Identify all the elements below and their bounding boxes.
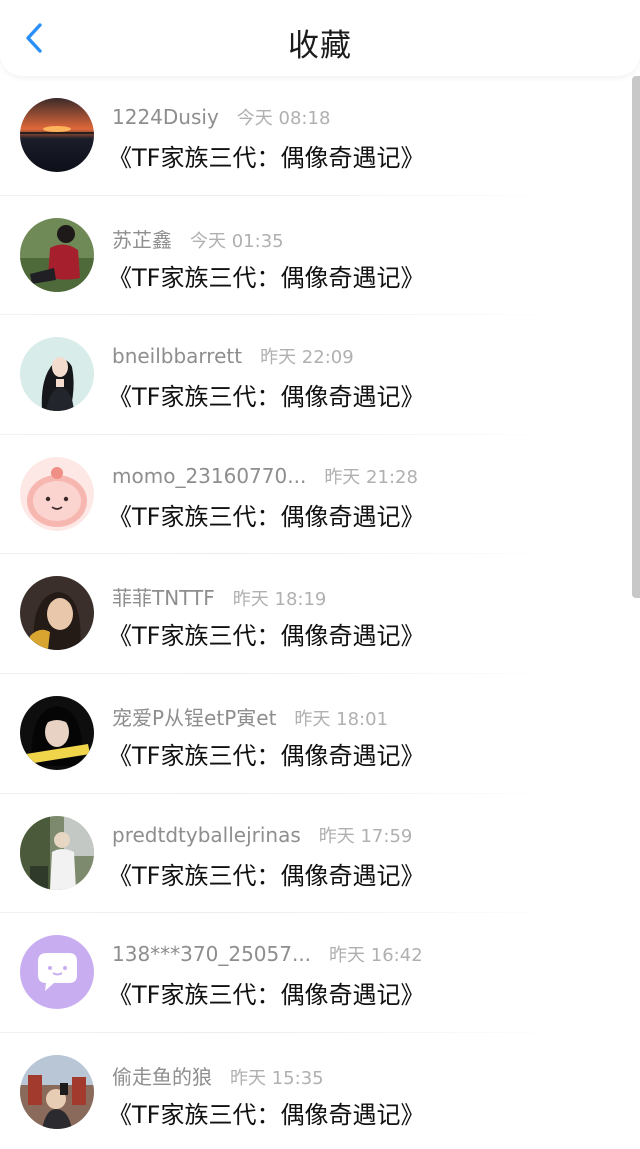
- favorite-title[interactable]: 《TF家族三代：偶像奇遇记》: [108, 856, 424, 891]
- favorite-title[interactable]: 《TF家族三代：偶像奇遇记》: [108, 497, 424, 532]
- timestamp: 昨天 22:09: [260, 347, 354, 369]
- outdoor-person-avatar-icon: [20, 815, 94, 890]
- user-avatar[interactable]: [20, 217, 94, 292]
- favorite-title[interactable]: 《TF家族三代：偶像奇遇记》: [108, 1095, 424, 1130]
- username[interactable]: 苏芷鑫: [112, 224, 172, 253]
- item-meta: 宠爱P从锃etP寅et 昨天 18:01: [112, 702, 388, 730]
- favorite-title[interactable]: 《TF家族三代：偶像奇遇记》: [108, 616, 424, 651]
- username[interactable]: 宠爱P从锃etP寅et: [112, 702, 276, 731]
- favorite-item[interactable]: 偷走鱼的狼 昨天 15:35 《TF家族三代：偶像奇遇记》: [0, 1033, 640, 1149]
- favorite-item[interactable]: 1224Dusiy 今天 08:18 《TF家族三代：偶像奇遇记》: [0, 76, 640, 196]
- sunset-sea-avatar-icon: [20, 98, 94, 172]
- username[interactable]: predtdtyballejrinas: [112, 823, 301, 847]
- favorite-item[interactable]: 菲菲TNTTF 昨天 18:19 《TF家族三代：偶像奇遇记》: [0, 554, 640, 674]
- user-avatar[interactable]: [20, 695, 94, 770]
- user-avatar[interactable]: [20, 815, 94, 890]
- city-selfie-avatar-icon: [20, 1054, 94, 1129]
- page-title: 收藏: [288, 28, 352, 64]
- username[interactable]: 1224Dusiy: [112, 105, 219, 129]
- favorite-title[interactable]: 《TF家族三代：偶像奇遇记》: [108, 975, 424, 1010]
- user-avatar[interactable]: [20, 456, 94, 531]
- item-meta: 偷走鱼的狼 昨天 15:35: [112, 1061, 324, 1089]
- timestamp: 今天 01:35: [190, 230, 284, 252]
- favorite-item[interactable]: 宠爱P从锃etP寅et 昨天 18:01 《TF家族三代：偶像奇遇记》: [0, 674, 640, 794]
- timestamp: 昨天 18:01: [294, 708, 389, 730]
- username[interactable]: momo_23160770...: [112, 464, 306, 488]
- item-meta: momo_23160770... 昨天 21:28: [112, 463, 418, 491]
- timestamp: 昨天 21:28: [324, 466, 418, 488]
- user-avatar[interactable]: [20, 1054, 94, 1129]
- purple-chat-bubble-avatar-icon: [20, 935, 94, 1010]
- favorite-item[interactable]: bneilbbarrett 昨天 22:09 《TF家族三代：偶像奇遇记》: [0, 315, 640, 435]
- favorites-list: 1224Dusiy 今天 08:18 《TF家族三代：偶像奇遇记》 苏芷鑫 今天…: [0, 76, 640, 1149]
- timestamp: 昨天 16:42: [329, 945, 423, 967]
- scrollbar[interactable]: [632, 76, 640, 598]
- illustrated-girl-avatar-icon: [20, 337, 94, 412]
- favorite-item[interactable]: momo_23160770... 昨天 21:28 《TF家族三代：偶像奇遇记》: [0, 435, 640, 555]
- user-avatar[interactable]: [20, 337, 94, 412]
- favorite-title[interactable]: 《TF家族三代：偶像奇遇记》: [108, 736, 424, 771]
- favorites-page: 收藏 1224Dusiy 今天 08:18 《TF家族三代：偶像奇遇记》 苏芷鑫…: [0, 0, 640, 1149]
- navigation-bar: 收藏: [0, 0, 640, 76]
- username[interactable]: 菲菲TNTTF: [112, 582, 215, 611]
- favorite-title[interactable]: 《TF家族三代：偶像奇遇记》: [108, 258, 424, 293]
- item-meta: 菲菲TNTTF 昨天 18:19: [112, 582, 326, 610]
- favorite-item[interactable]: 138***370_25057... 昨天 16:42 《TF家族三代：偶像奇遇…: [0, 913, 640, 1033]
- user-avatar[interactable]: [20, 98, 94, 172]
- username[interactable]: bneilbbarrett: [112, 344, 242, 368]
- item-meta: 1224Dusiy 今天 08:18: [112, 104, 330, 132]
- username[interactable]: 138***370_25057...: [112, 942, 311, 966]
- user-avatar[interactable]: [20, 935, 94, 1010]
- favorite-title[interactable]: 《TF家族三代：偶像奇遇记》: [108, 138, 424, 173]
- user-avatar[interactable]: [20, 576, 94, 651]
- favorite-item[interactable]: predtdtyballejrinas 昨天 17:59 《TF家族三代：偶像奇…: [0, 794, 640, 914]
- favorite-title[interactable]: 《TF家族三代：偶像奇遇记》: [108, 377, 424, 412]
- item-meta: 138***370_25057... 昨天 16:42: [112, 941, 423, 969]
- girl-portrait-avatar-icon: [20, 576, 94, 651]
- timestamp: 昨天 15:35: [230, 1067, 324, 1089]
- item-meta: 苏芷鑫 今天 01:35: [112, 224, 284, 252]
- pink-blob-avatar-icon: [20, 456, 94, 531]
- item-meta: predtdtyballejrinas 昨天 17:59: [112, 822, 412, 850]
- timestamp: 昨天 17:59: [318, 825, 413, 847]
- timestamp: 昨天 18:19: [232, 589, 327, 611]
- girl-on-grass-avatar-icon: [20, 217, 94, 292]
- dark-hair-girl-avatar-icon: [20, 695, 94, 770]
- username[interactable]: 偷走鱼的狼: [112, 1061, 212, 1090]
- favorite-item[interactable]: 苏芷鑫 今天 01:35 《TF家族三代：偶像奇遇记》: [0, 196, 640, 316]
- timestamp: 今天 08:18: [236, 108, 331, 129]
- item-meta: bneilbbarrett 昨天 22:09: [112, 343, 354, 371]
